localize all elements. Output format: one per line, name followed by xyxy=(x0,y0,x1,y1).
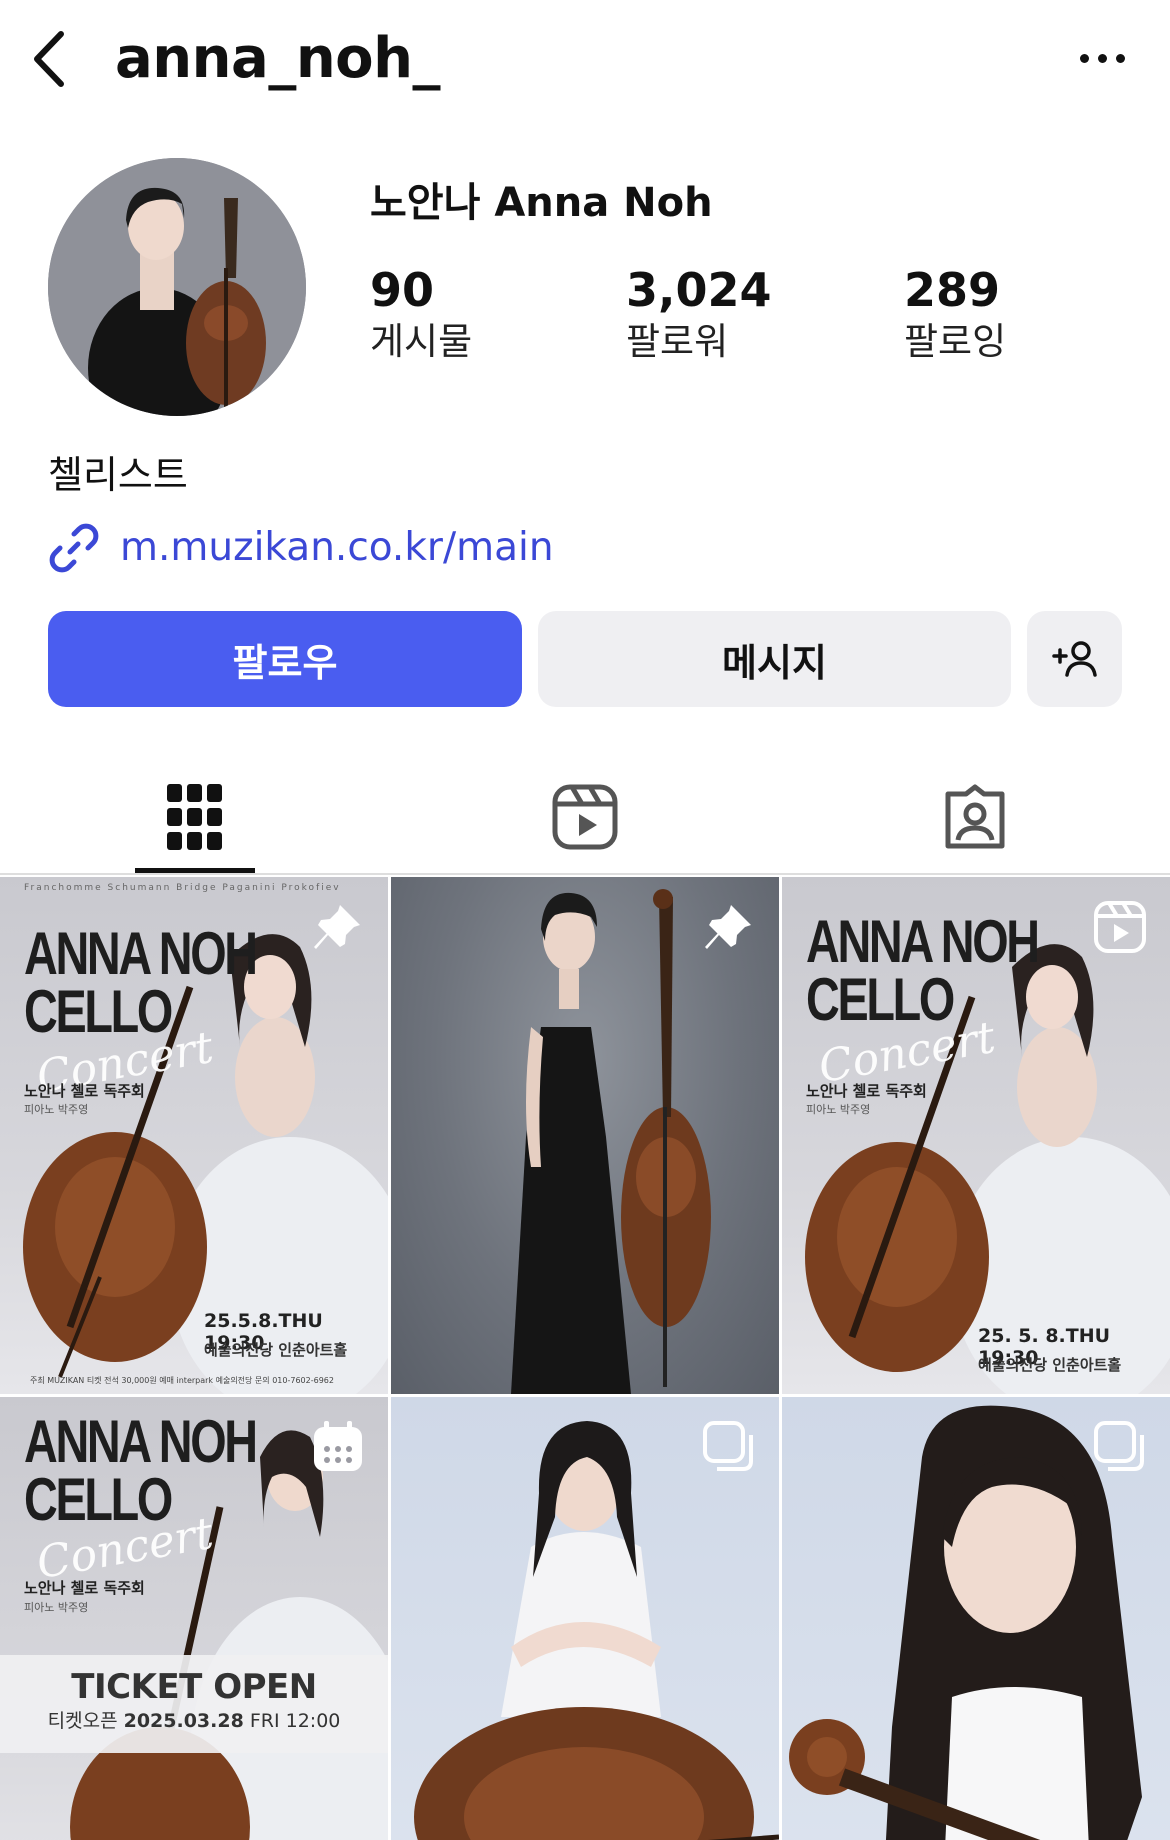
post-thumbnail[interactable]: ANNA NOH CELLO Concert 노안나 첼로 독주회 피아노 박주… xyxy=(0,1397,388,1840)
post-thumbnail[interactable] xyxy=(391,877,779,1394)
calendar-icon xyxy=(314,1421,362,1471)
ticket-prefix: 티켓오픈 xyxy=(47,1710,118,1732)
posts-count: 90 게시물 xyxy=(370,262,472,366)
ticket-time: FRI 12:00 xyxy=(249,1710,341,1732)
poster-pianist: 피아노 박주영 xyxy=(24,1103,89,1116)
avatar-photo xyxy=(48,158,306,416)
followers-count[interactable]: 3,024 팔로워 xyxy=(626,262,772,366)
profile-avatar[interactable] xyxy=(48,158,306,416)
profile-tabs xyxy=(0,760,1170,874)
poster-subtitle: 노안나 첼로 독주회 xyxy=(806,1082,927,1100)
poster-subtitle: 노안나 첼로 독주회 xyxy=(24,1579,145,1597)
poster-footer: 주최 MUZIKAN 티켓 전석 30,000원 예매 interpark 예술… xyxy=(30,1376,334,1385)
post-thumbnail[interactable] xyxy=(782,1397,1170,1840)
add-person-icon xyxy=(1051,641,1097,677)
grid-icon xyxy=(167,784,222,850)
carousel-icon xyxy=(1094,1421,1144,1471)
profile-bio: 첼리스트 xyxy=(48,453,188,497)
profile-header: anna_noh_ xyxy=(0,0,1170,120)
profile-link[interactable]: m.muzikan.co.kr/main xyxy=(48,520,554,576)
follow-button[interactable]: 팔로우 xyxy=(48,611,522,707)
link-icon xyxy=(49,523,99,573)
poster-title-line1: ANNA NOH xyxy=(24,920,258,987)
poster-venue: 예술의전당 인춘아트홀 xyxy=(978,1356,1122,1374)
stat-value: 3,024 xyxy=(626,263,772,317)
post-thumbnail[interactable] xyxy=(391,1397,779,1840)
poster-venue: 예술의전당 인춘아트홀 xyxy=(204,1341,348,1359)
tagged-icon xyxy=(945,784,1005,849)
more-dot-icon xyxy=(1079,53,1089,63)
profile-link-text: m.muzikan.co.kr/main xyxy=(120,525,554,570)
more-dot-icon xyxy=(1097,53,1107,63)
stat-label: 팔로잉 xyxy=(904,320,1007,363)
poster-title-line1: ANNA NOH xyxy=(24,1408,258,1475)
username-title: anna_noh_ xyxy=(115,26,441,91)
post-thumbnail[interactable]: ANNA NOH CELLO Concert 노안나 첼로 독주회 피아노 박주… xyxy=(782,877,1170,1394)
tab-divider xyxy=(0,873,1170,875)
post-thumbnail[interactable]: Franchomme Schumann Bridge Paganini Prok… xyxy=(0,877,388,1394)
poster-pianist: 피아노 박주영 xyxy=(24,1601,89,1614)
poster-title-line1: ANNA NOH xyxy=(806,908,1040,975)
stat-label: 게시물 xyxy=(370,320,473,363)
poster-subtitle: 노안나 첼로 독주회 xyxy=(24,1082,145,1100)
reels-icon xyxy=(552,784,618,850)
poster-composers: Franchomme Schumann Bridge Paganini Prok… xyxy=(24,883,341,893)
pin-icon xyxy=(314,905,360,949)
tab-tagged[interactable] xyxy=(915,760,1035,874)
tab-posts-grid[interactable] xyxy=(135,760,255,874)
reel-icon xyxy=(1094,901,1146,953)
message-button[interactable]: 메시지 xyxy=(538,611,1011,707)
poster-title-line2: CELLO xyxy=(806,966,955,1033)
back-button[interactable] xyxy=(24,26,72,92)
chevron-left-icon xyxy=(34,31,64,87)
following-count[interactable]: 289 팔로잉 xyxy=(904,262,1006,366)
ticket-date: 2025.03.28 xyxy=(123,1710,244,1732)
tab-reels[interactable] xyxy=(525,760,645,874)
ticket-open-title: TICKET OPEN xyxy=(71,1667,317,1707)
display-name: 노안나 Anna Noh xyxy=(370,180,713,226)
pin-icon xyxy=(705,905,751,949)
stat-value: 289 xyxy=(904,263,1001,317)
more-options-button[interactable] xyxy=(1070,38,1134,78)
poster-pianist: 피아노 박주영 xyxy=(806,1103,871,1116)
carousel-icon xyxy=(703,1421,753,1471)
ticket-open-date: 티켓오픈 2025.03.28 FRI 12:00 xyxy=(0,1707,388,1735)
more-dot-icon xyxy=(1115,53,1125,63)
stat-label: 팔로워 xyxy=(626,320,729,363)
stat-value: 90 xyxy=(370,263,435,317)
suggest-people-button[interactable] xyxy=(1027,611,1122,707)
ticket-open-banner: TICKET OPEN 티켓오픈 2025.03.28 FRI 12:00 xyxy=(0,1655,388,1753)
